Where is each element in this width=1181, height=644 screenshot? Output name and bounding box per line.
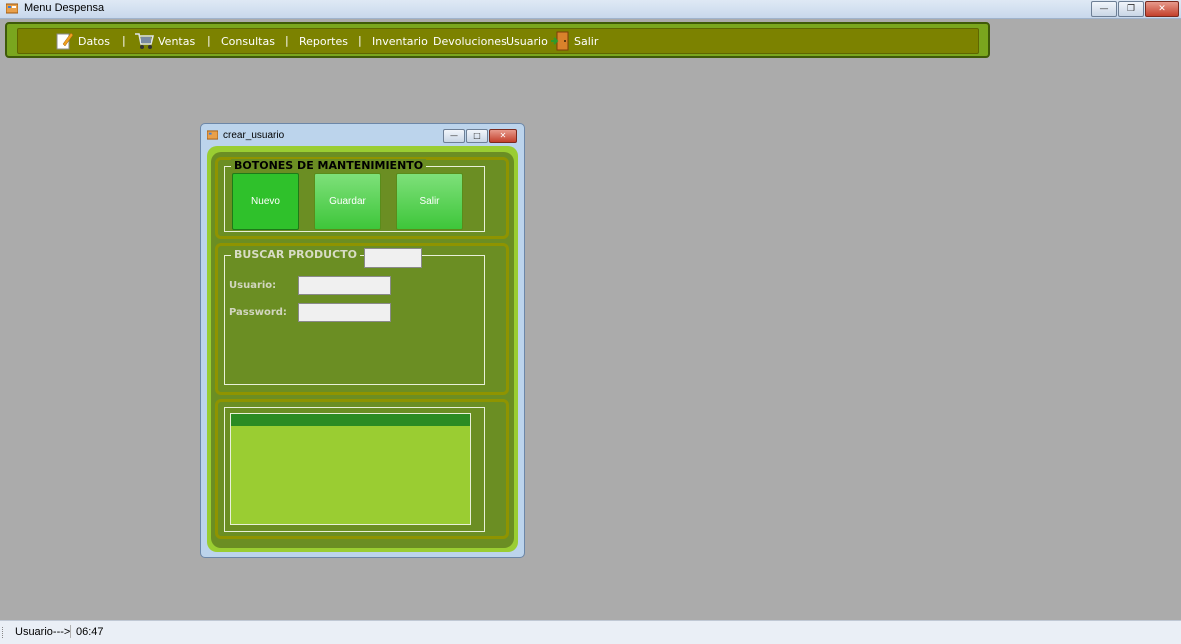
child-window-title: crear_usuario — [223, 130, 285, 141]
menu-separator: | — [285, 34, 289, 47]
menu-item-inventario[interactable]: Inventario — [372, 29, 428, 53]
menu-item-consultas[interactable]: Consultas — [221, 29, 275, 53]
menu-label-salir: Salir — [574, 34, 599, 48]
form-client-area: BOTONES DE MANTENIMIENTO Nuevo Guardar S… — [207, 146, 518, 552]
search-input[interactable] — [364, 248, 422, 268]
menu-bar: Datos | Ventas | Consultas | Reportes | … — [17, 28, 979, 54]
cart-icon — [135, 33, 154, 49]
child-title-bar: crear_usuario — □ ✕ — [201, 124, 524, 146]
status-separator — [70, 625, 71, 638]
password-input[interactable] — [298, 303, 391, 322]
crear-usuario-window: crear_usuario — □ ✕ BOTONES DE MANTENIMI… — [200, 123, 525, 558]
search-panel: BUSCAR PRODUCTO Usuario: Password: — [215, 243, 509, 395]
grid-header — [231, 414, 470, 426]
grid-groupbox — [224, 407, 485, 532]
menu-label-devoluciones: Devoluciones — [433, 34, 507, 48]
menu-label-reportes: Reportes — [299, 34, 348, 48]
salir-button[interactable]: Salir — [396, 173, 463, 230]
guardar-button[interactable]: Guardar — [314, 173, 381, 230]
search-groupbox: BUSCAR PRODUCTO Usuario: Password: — [224, 248, 485, 385]
status-grip — [2, 627, 6, 638]
close-button[interactable]: ✕ — [1145, 1, 1179, 17]
minimize-button[interactable]: — — [1091, 1, 1117, 17]
exit-door-icon — [551, 31, 569, 51]
app-icon — [6, 3, 18, 14]
maintenance-panel: BOTONES DE MANTENIMIENTO Nuevo Guardar S… — [215, 157, 509, 239]
users-data-grid[interactable] — [230, 413, 471, 525]
child-maximize-button[interactable]: □ — [466, 129, 488, 143]
status-time-label: 06:47 — [76, 626, 104, 638]
maintenance-groupbox: BOTONES DE MANTENIMIENTO Nuevo Guardar S… — [224, 159, 485, 232]
menu-item-datos[interactable]: Datos — [54, 29, 110, 53]
notepad-icon — [56, 32, 74, 50]
password-label: Password: — [229, 307, 287, 318]
main-title-bar: Menu Despensa — ❐ ✕ — [0, 0, 1181, 19]
app-icon — [207, 130, 218, 140]
window-title: Menu Despensa — [24, 2, 105, 14]
menu-separator: | — [122, 34, 126, 47]
usuario-label: Usuario: — [229, 280, 277, 291]
menu-strip: Datos | Ventas | Consultas | Reportes | … — [5, 22, 990, 58]
menu-label-datos: Datos — [78, 34, 110, 48]
menu-item-reportes[interactable]: Reportes — [299, 29, 348, 53]
menu-item-usuario[interactable]: Usuario — [506, 29, 548, 53]
restore-button[interactable]: ❐ — [1118, 1, 1144, 17]
menu-item-ventas[interactable]: Ventas — [134, 29, 195, 53]
maintenance-legend: BOTONES DE MANTENIMIENTO — [231, 159, 427, 172]
grid-panel — [215, 399, 509, 539]
search-legend: BUSCAR PRODUCTO — [231, 248, 360, 261]
menu-label-usuario: Usuario — [506, 34, 548, 48]
menu-separator: | — [358, 34, 362, 47]
status-user-label: Usuario---> — [15, 626, 71, 638]
child-minimize-button[interactable]: — — [443, 129, 465, 143]
child-close-button[interactable]: ✕ — [489, 129, 517, 143]
child-window-controls: — □ ✕ — [443, 129, 517, 143]
menu-item-salir[interactable]: Salir — [550, 29, 598, 53]
form-body: BOTONES DE MANTENIMIENTO Nuevo Guardar S… — [211, 152, 514, 548]
window-controls: — ❐ ✕ — [1091, 1, 1179, 17]
status-bar: Usuario---> 06:47 — [0, 620, 1181, 644]
menu-item-devoluciones[interactable]: Devoluciones — [433, 29, 507, 53]
menu-label-inventario: Inventario — [372, 34, 428, 48]
nuevo-button[interactable]: Nuevo — [232, 173, 299, 230]
menu-label-ventas: Ventas — [158, 34, 196, 48]
menu-label-consultas: Consultas — [221, 34, 275, 48]
menu-separator: | — [207, 34, 211, 47]
usuario-input[interactable] — [298, 276, 391, 295]
